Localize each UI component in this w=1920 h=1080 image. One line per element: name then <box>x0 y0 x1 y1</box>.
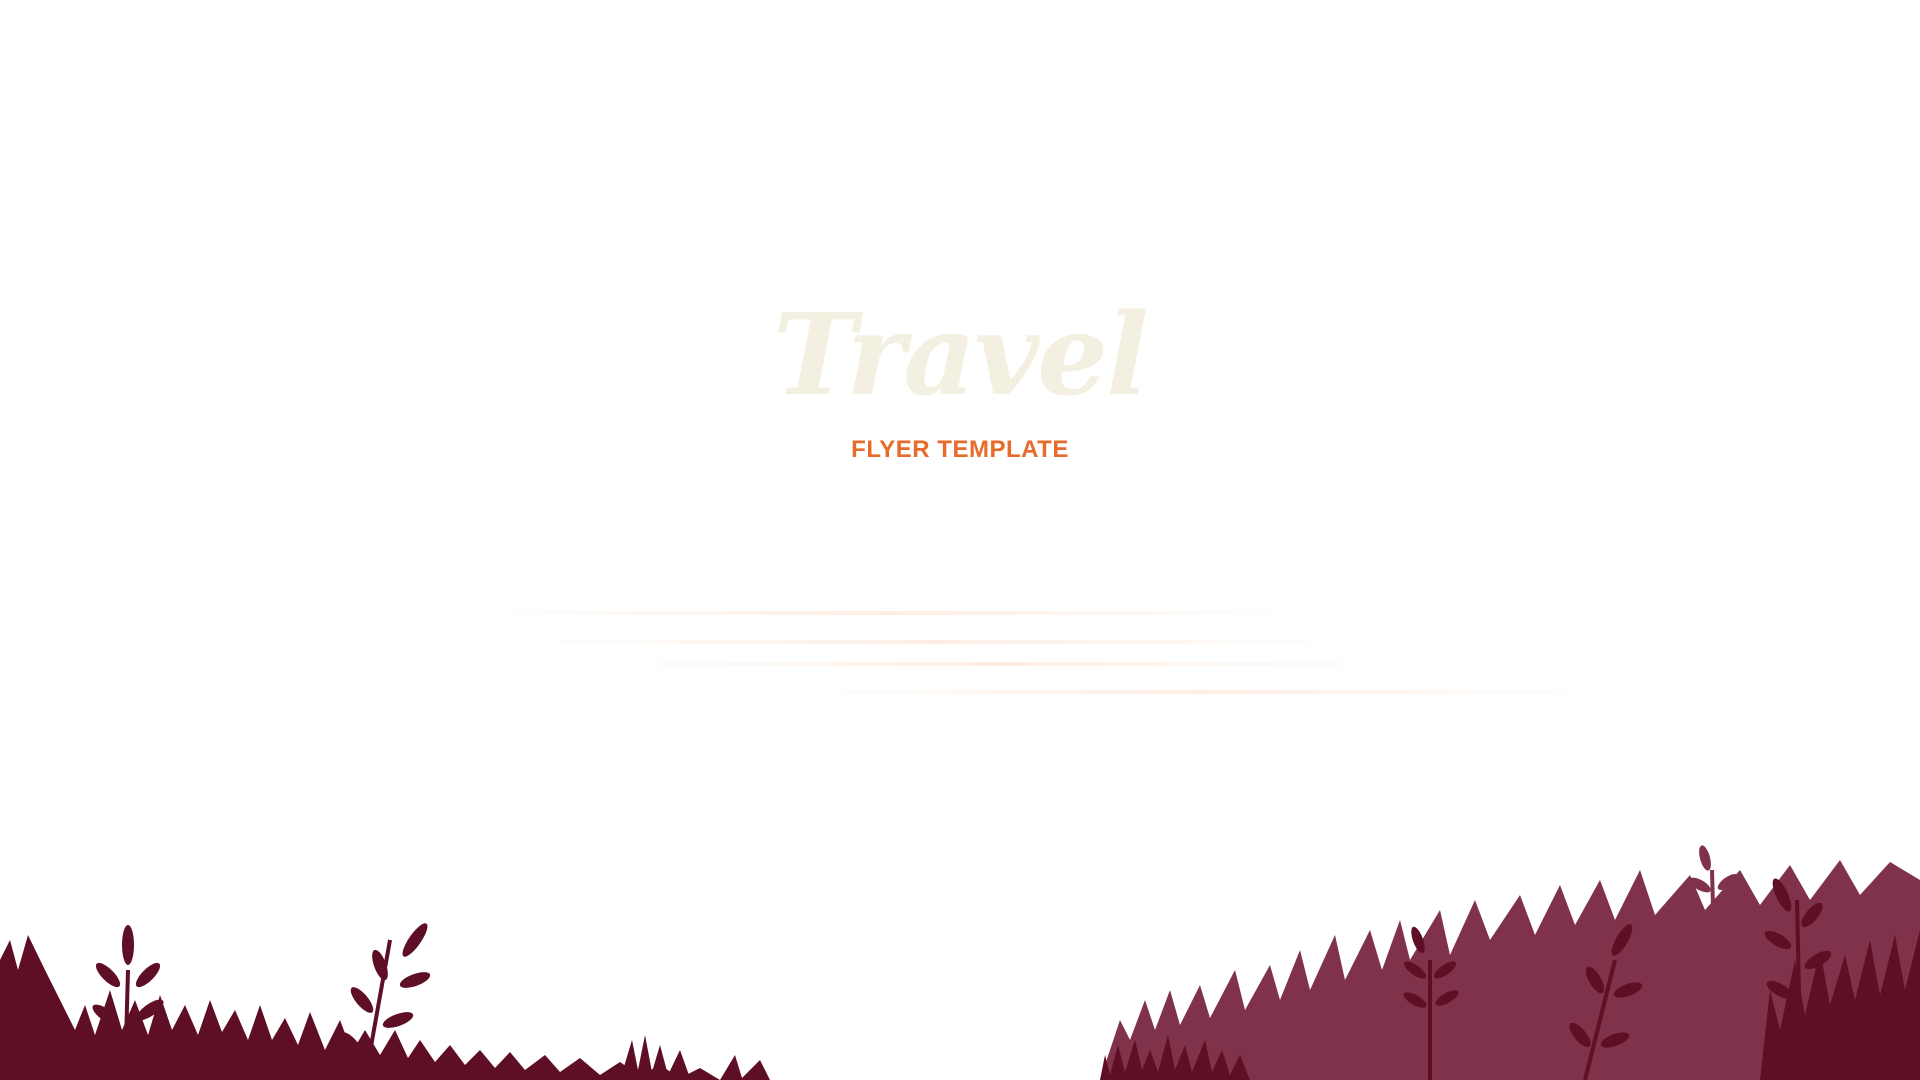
sky-streak <box>600 662 1400 666</box>
grass-front-left <box>0 935 720 1080</box>
flyer-title: Travel <box>773 290 1149 421</box>
sky-streak <box>470 611 1310 615</box>
flyer-canvas: Travel FLYER TEMPLATE <box>0 0 1920 1080</box>
grass-ground <box>0 845 1920 1080</box>
flyer-subtitle: FLYER TEMPLATE <box>851 436 1069 463</box>
sky-streak <box>520 640 1350 644</box>
hero-block: Travel FLYER TEMPLATE <box>0 300 1920 464</box>
sky-streak <box>800 690 1600 694</box>
